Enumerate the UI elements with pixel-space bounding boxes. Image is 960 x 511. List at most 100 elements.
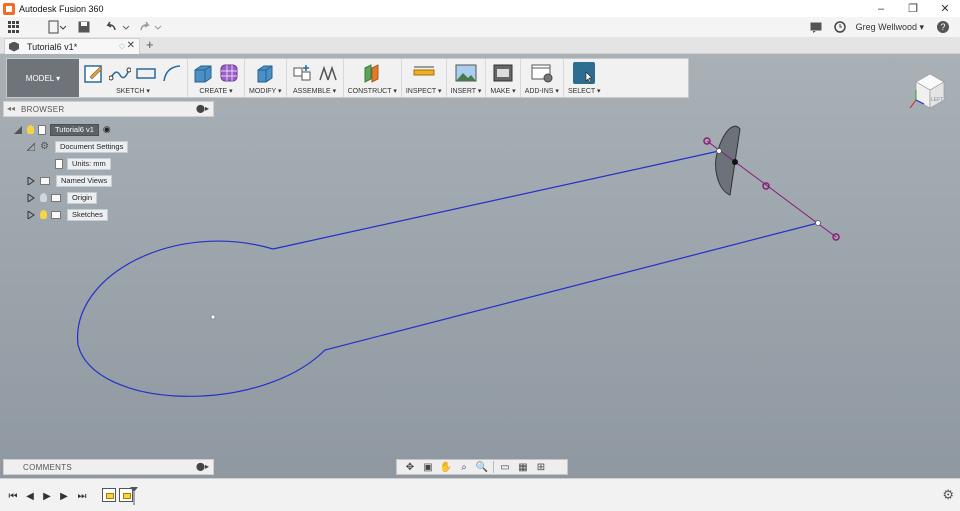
insert-image-icon[interactable]	[455, 62, 477, 84]
insert-group[interactable]: INSERT ▾	[447, 59, 487, 97]
measure-icon[interactable]	[413, 62, 435, 84]
make-menu-label[interactable]: MAKE ▾	[490, 87, 515, 95]
look-at-icon[interactable]: ▣	[421, 461, 435, 473]
document-tab[interactable]: Tutorial6 v1* ◌ ✕	[4, 38, 140, 54]
sketch-line-upper[interactable]	[272, 150, 720, 250]
help-icon[interactable]: ?	[932, 18, 954, 36]
rectangle-tool-icon[interactable]	[135, 62, 157, 84]
activate-radio-icon[interactable]: ◉	[103, 124, 111, 135]
data-panel-grid-icon[interactable]	[8, 21, 20, 33]
new-component-icon[interactable]	[291, 62, 313, 84]
units-row[interactable]: Units: mm	[55, 157, 111, 170]
3d-print-icon[interactable]	[492, 62, 514, 84]
select-tool-icon[interactable]	[573, 62, 596, 84]
collapsed-triangle-icon[interactable]	[27, 193, 35, 202]
collapsed-triangle-icon[interactable]	[27, 176, 35, 185]
modify-group[interactable]: MODIFY ▾	[245, 59, 287, 97]
minimize-button[interactable]: –	[866, 0, 896, 17]
sketch-group[interactable]: SKETCH ▾	[79, 59, 188, 97]
close-tab-icon[interactable]: ✕	[127, 40, 135, 51]
units-label[interactable]: Units: mm	[67, 157, 111, 170]
browser-root-label[interactable]: Tutorial6 v1	[50, 123, 99, 136]
assemble-group[interactable]: ASSEMBLE ▾	[287, 59, 344, 97]
panel-options-icon[interactable]: ⬤▸	[196, 104, 209, 113]
expanded-triangle-icon[interactable]	[27, 142, 35, 151]
collapse-arrows-icon[interactable]: ◂◂	[7, 104, 15, 114]
save-icon[interactable]	[76, 18, 92, 36]
arc-center-point[interactable]	[210, 314, 216, 320]
expanded-triangle-icon[interactable]	[14, 125, 22, 134]
sketches-label[interactable]: Sketches	[67, 208, 108, 221]
make-group[interactable]: MAKE ▾	[486, 59, 521, 97]
workspace-switcher[interactable]: MODEL ▾	[7, 59, 79, 97]
viewcube[interactable]: LEFT	[904, 70, 954, 116]
redo-icon[interactable]	[138, 18, 166, 36]
display-settings-icon[interactable]: ▭	[498, 461, 512, 473]
job-status-icon[interactable]	[832, 18, 848, 36]
addins-menu-label[interactable]: ADD-INS ▾	[525, 87, 559, 95]
step-back-icon[interactable]: ◀	[23, 489, 37, 503]
inspect-group[interactable]: INSPECT ▾	[402, 59, 447, 97]
create-sketch-icon[interactable]	[83, 62, 105, 84]
browser-panel-header[interactable]: ◂◂ BROWSER ⬤▸	[3, 101, 214, 117]
modify-menu-label[interactable]: MODIFY ▾	[249, 87, 282, 95]
user-account-menu[interactable]: Greg Wellwood ▾	[856, 22, 924, 33]
named-views-label[interactable]: Named Views	[56, 174, 113, 187]
collapsed-triangle-icon[interactable]	[27, 210, 35, 219]
origin-row[interactable]: Origin	[27, 191, 98, 204]
scripts-addins-icon[interactable]	[531, 62, 553, 84]
extrude-icon[interactable]	[192, 62, 214, 84]
notifications-icon[interactable]	[808, 18, 824, 36]
viewports-icon[interactable]: ⊞	[534, 461, 548, 473]
joint-icon[interactable]	[317, 62, 339, 84]
form-tool-icon[interactable]	[218, 62, 240, 84]
pan-hand-icon[interactable]: ✋	[439, 461, 453, 473]
create-menu-label[interactable]: CREATE ▾	[199, 87, 232, 95]
file-menu-icon[interactable]	[46, 18, 68, 36]
named-views-row[interactable]: Named Views	[27, 174, 113, 187]
go-to-end-icon[interactable]: ⏭	[75, 489, 89, 503]
origin-label[interactable]: Origin	[67, 191, 98, 204]
sketches-row[interactable]: Sketches	[27, 208, 108, 221]
sketch-profile[interactable]	[77, 222, 819, 397]
inspect-menu-label[interactable]: INSPECT ▾	[406, 87, 442, 95]
fit-zoom-dropdown-icon[interactable]: 🔍	[475, 461, 489, 473]
line-tool-icon[interactable]	[109, 62, 131, 84]
timeline-settings-gear-icon[interactable]: ⚙	[942, 487, 954, 503]
go-to-start-icon[interactable]: ⏮	[6, 489, 20, 503]
visibility-bulb-icon[interactable]	[27, 125, 34, 134]
orbit-icon[interactable]: ✥	[403, 461, 417, 473]
step-forward-icon[interactable]: ▶	[57, 489, 71, 503]
close-button[interactable]: ✕	[930, 0, 960, 17]
select-menu-label[interactable]: SELECT ▾	[568, 87, 601, 95]
sketch-endpoint[interactable]	[815, 220, 821, 226]
comments-options-icon[interactable]: ⬤▸	[196, 462, 209, 471]
create-group[interactable]: CREATE ▾	[188, 59, 245, 97]
arc-tool-icon[interactable]	[161, 62, 183, 84]
axis-midpoint[interactable]	[732, 159, 738, 165]
play-icon[interactable]: ▶	[40, 489, 54, 503]
sketch-endpoint[interactable]	[716, 148, 722, 154]
zoom-icon[interactable]: ⌕	[457, 461, 471, 473]
construct-group[interactable]: CONSTRUCT ▾	[344, 59, 402, 97]
addins-group[interactable]: ADD-INS ▾	[521, 59, 564, 97]
new-tab-button[interactable]: +	[146, 37, 154, 52]
restore-button[interactable]: ❐	[898, 0, 928, 17]
comments-panel-header[interactable]: COMMENTS ⬤▸	[3, 459, 214, 475]
assemble-menu-label[interactable]: ASSEMBLE ▾	[293, 87, 336, 95]
visibility-bulb-icon[interactable]	[40, 210, 47, 219]
timeline-sketch-feature[interactable]	[102, 488, 116, 502]
undo-icon[interactable]	[104, 18, 132, 36]
sketch-menu-label[interactable]: SKETCH ▾	[116, 87, 150, 95]
press-pull-icon[interactable]	[254, 62, 276, 84]
select-group[interactable]: SELECT ▾	[564, 59, 605, 97]
sketch-canvas[interactable]	[0, 54, 960, 478]
document-settings-label[interactable]: Document Settings	[54, 140, 129, 153]
insert-menu-label[interactable]: INSERT ▾	[451, 87, 482, 95]
browser-root-row[interactable]: Tutorial6 v1 ◉	[14, 123, 111, 136]
visibility-bulb-off-icon[interactable]	[40, 193, 47, 202]
construct-menu-label[interactable]: CONSTRUCT ▾	[348, 87, 397, 95]
document-settings-row[interactable]: ⚙ Document Settings	[27, 140, 129, 153]
grid-settings-icon[interactable]: ▦	[516, 461, 530, 473]
offset-plane-icon[interactable]	[361, 62, 383, 84]
